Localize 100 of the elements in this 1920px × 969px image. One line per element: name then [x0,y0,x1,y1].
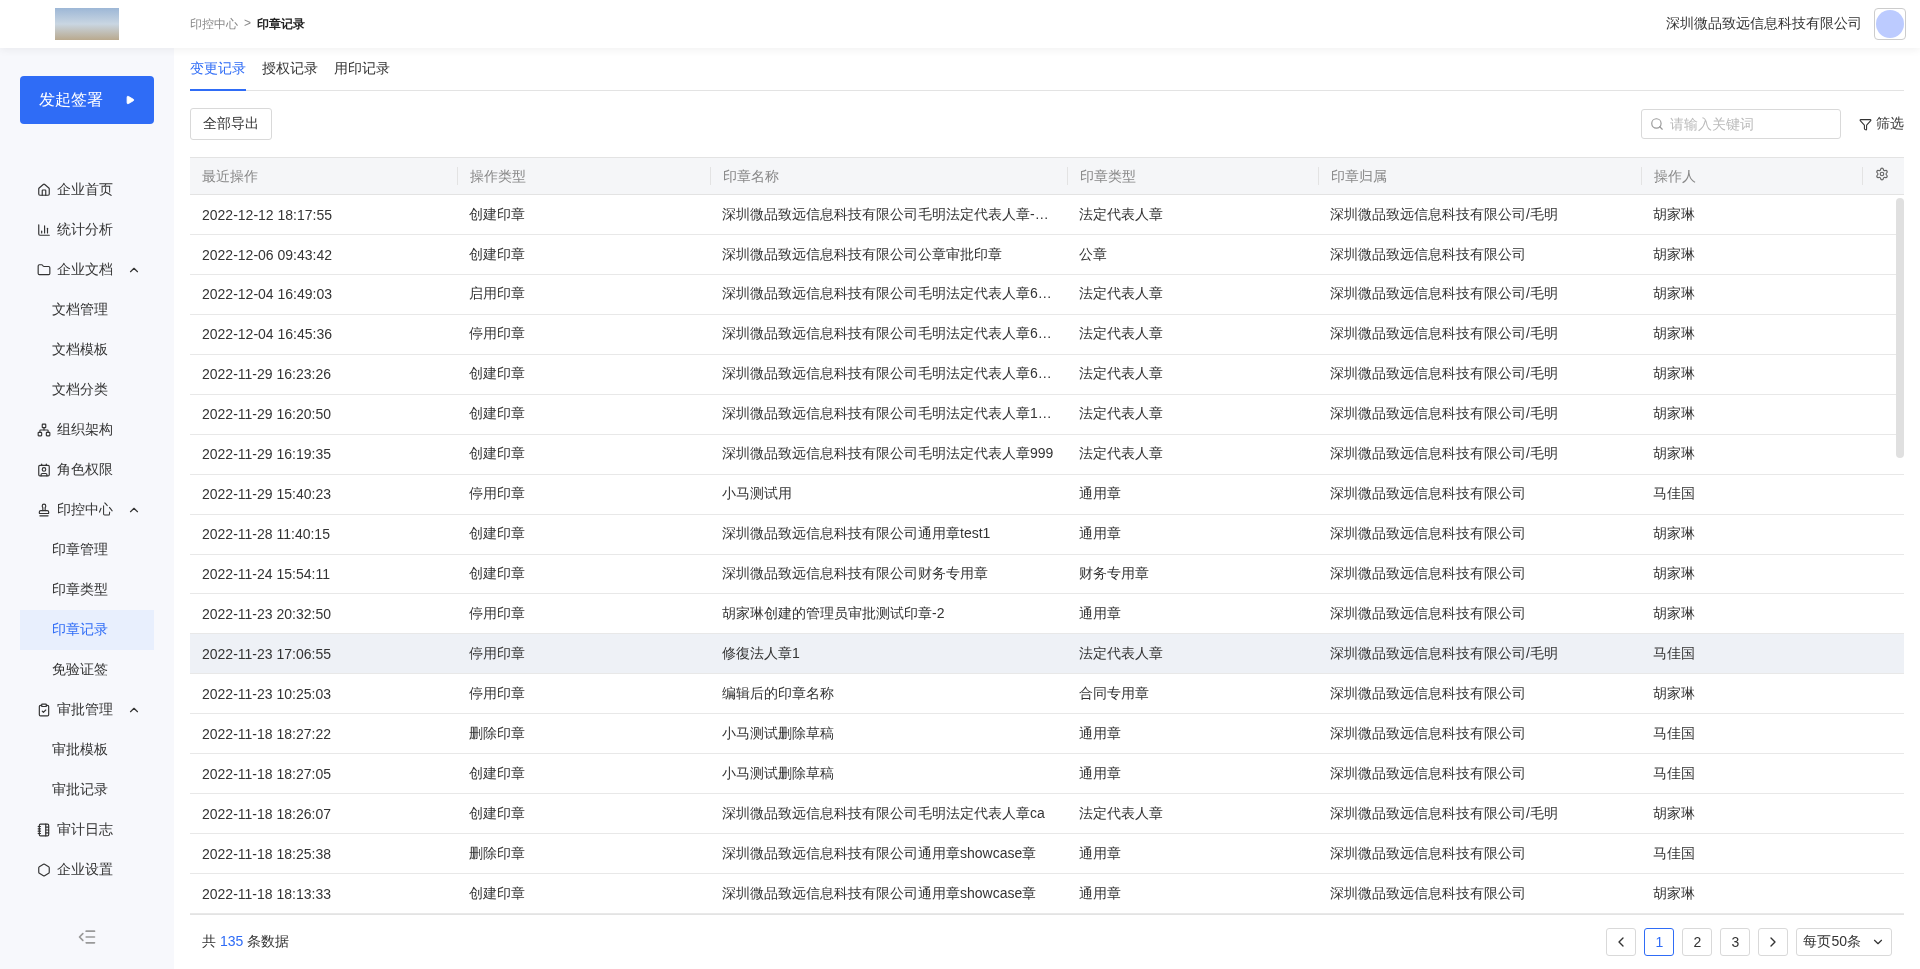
breadcrumb-separator: > [244,15,251,32]
column-header: 操作类型 [457,167,710,186]
table-cell-text: 修復法人章1 [721,644,801,663]
table-cell-text: 公章 [1078,245,1108,264]
sidebar-item[interactable]: 印控中心 [20,490,154,530]
start-signing-button[interactable]: 发起签署 [20,76,154,124]
tab[interactable]: 变更记录 [190,48,246,91]
table-cell-text: 通用章 [1078,604,1122,623]
tab[interactable]: 用印记录 [334,48,390,91]
table-cell-text: 启用印章 [468,285,526,304]
table-cell-text: 深圳微品致远信息科技有限公司 [1329,884,1527,903]
table-cell-text: 胡家琳 [1652,445,1696,464]
sidebar-subitem[interactable]: 审批模板 [20,730,154,770]
table-cell-text: 法定代表人章 [1078,445,1164,464]
sidebar-item[interactable]: 审批管理 [20,690,154,730]
table-cell-text: 创建印章 [468,205,526,224]
table-cell-text: 马佳国 [1652,844,1696,863]
sidebar-item[interactable]: 统计分析 [20,210,154,250]
org-chart-icon [37,423,51,437]
page-size-select[interactable]: 每页50条 [1796,928,1892,956]
sidebar-subitem[interactable]: 文档分类 [20,370,154,410]
table-cell-text: 胡家琳 [1652,604,1696,623]
column-header: 印章归属 [1318,167,1641,186]
notebook-icon [37,823,51,837]
table-cell-text: 马佳国 [1652,485,1696,504]
table-cell-text: 小马测试用 [721,485,793,504]
table-cell-text: 法定代表人章 [1078,285,1164,304]
settings-icon[interactable] [1875,167,1889,182]
table-cell-text: 深圳微品致远信息科技有限公司/毛明 [1329,644,1559,663]
sidebar-subitem[interactable]: 印章记录 [20,610,154,650]
table-cell-text: 胡家琳 [1652,684,1696,703]
table-cell-text: 深圳微品致远信息科技有限公司/毛明 [1329,285,1559,304]
table-cell-text: 深圳微品致远信息科技有限公司 [1329,604,1527,623]
search-field[interactable]: 请输入关键词 [1641,109,1841,139]
previous-page-button[interactable] [1606,928,1637,956]
sidebar-subitem[interactable]: 免验证签 [20,650,154,690]
sidebar-subitem[interactable]: 印章管理 [20,530,154,570]
table-cell-text: 深圳微品致远信息科技有限公司/毛明 [1329,445,1559,464]
table-cell-text: 深圳微品致远信息科技有限公司 [1329,764,1527,783]
table-cell-text: 深圳微品致远信息科技有限公司毛明法定代表人章-… [721,205,1050,224]
table-cell-text: 创建印章 [468,884,526,903]
filter-button[interactable]: 筛选 [1859,115,1904,133]
table-cell-text: 胡家琳创建的管理员审批测试印章-2 [721,604,946,623]
table-cell-text: 通用章 [1078,724,1122,743]
table-cell-text: 法定代表人章 [1078,644,1164,663]
table-cell-text: 2022-11-18 18:27:05 [201,765,332,782]
avatar[interactable] [1874,8,1906,40]
table-cell-text: 创建印章 [468,445,526,464]
table-cell-text: 胡家琳 [1652,525,1696,544]
table-cell-text: 停用印章 [468,485,526,504]
table-cell-text: 2022-11-29 16:19:35 [201,446,332,463]
column-header: 最近操作 [201,167,259,186]
collapse-menu-icon[interactable] [77,927,97,947]
table-cell-text: 创建印章 [468,405,526,424]
column-header: 印章名称 [710,167,1067,186]
table-cell-text: 深圳微品致远信息科技有限公司/毛明 [1329,205,1559,224]
page-button[interactable]: 2 [1682,928,1713,956]
sidebar-item[interactable]: 组织架构 [20,410,154,450]
sidebar-item[interactable]: 企业设置 [20,850,154,890]
table-cell-text: 停用印章 [468,644,526,663]
export-all-button[interactable]: 全部导出 [190,108,272,140]
sidebar-item[interactable]: 审计日志 [20,810,154,850]
home-icon [37,183,51,197]
sidebar-item[interactable]: 企业文档 [20,250,154,290]
total-count: 共 135 条数据 [202,933,290,951]
column-header: 操作人 [1641,167,1862,186]
table-cell-text: 合同专用章 [1078,684,1150,703]
table-cell-text: 小马测试删除草稿 [721,764,835,783]
scrollbar[interactable] [1896,198,1904,458]
next-page-button[interactable] [1758,928,1789,956]
sidebar-subitem[interactable]: 审批记录 [20,770,154,810]
table-cell-text: 深圳微品致远信息科技有限公司财务专用章 [721,565,989,583]
table-cell-text: 通用章 [1078,485,1122,504]
table-cell-text: 胡家琳 [1652,804,1696,823]
sidebar-subitem[interactable]: 文档管理 [20,290,154,330]
table-cell-text: 2022-11-23 10:25:03 [201,685,332,702]
table-cell-text: 深圳微品致远信息科技有限公司 [1329,245,1527,264]
page-button[interactable]: 1 [1644,928,1675,956]
table-cell-text: 深圳微品致远信息科技有限公司 [1329,844,1527,863]
sidebar-subitem[interactable]: 印章类型 [20,570,154,610]
table-cell-text: 通用章 [1078,844,1122,863]
company-name: 深圳微品致远信息科技有限公司 [1666,15,1862,33]
sidebar-item[interactable]: 角色权限 [20,450,154,490]
contact-icon [37,463,51,477]
table-cell-text: 深圳微品致远信息科技有限公司通用章showcase章 [721,884,1038,903]
page-button[interactable]: 3 [1720,928,1751,956]
table-cell-text: 停用印章 [468,325,526,344]
table-cell-text: 马佳国 [1652,644,1696,663]
table-cell-text: 胡家琳 [1652,565,1696,583]
sidebar-subitem[interactable]: 文档模板 [20,330,154,370]
sidebar-item[interactable]: 企业首页 [20,170,154,210]
table-cell-text: 深圳微品致远信息科技有限公司 [1329,525,1527,544]
table-cell-text: 深圳微品致远信息科技有限公司通用章test1 [721,525,992,544]
table-cell-text: 删除印章 [468,844,526,863]
tab[interactable]: 授权记录 [262,48,318,91]
table-cell-text: 小马测试删除草稿 [721,724,835,743]
table-cell-text: 2022-11-23 17:06:55 [201,645,332,662]
table-cell-text: 停用印章 [468,684,526,703]
table-cell-text: 创建印章 [468,804,526,823]
breadcrumb-item[interactable]: 印控中心 [190,15,238,33]
